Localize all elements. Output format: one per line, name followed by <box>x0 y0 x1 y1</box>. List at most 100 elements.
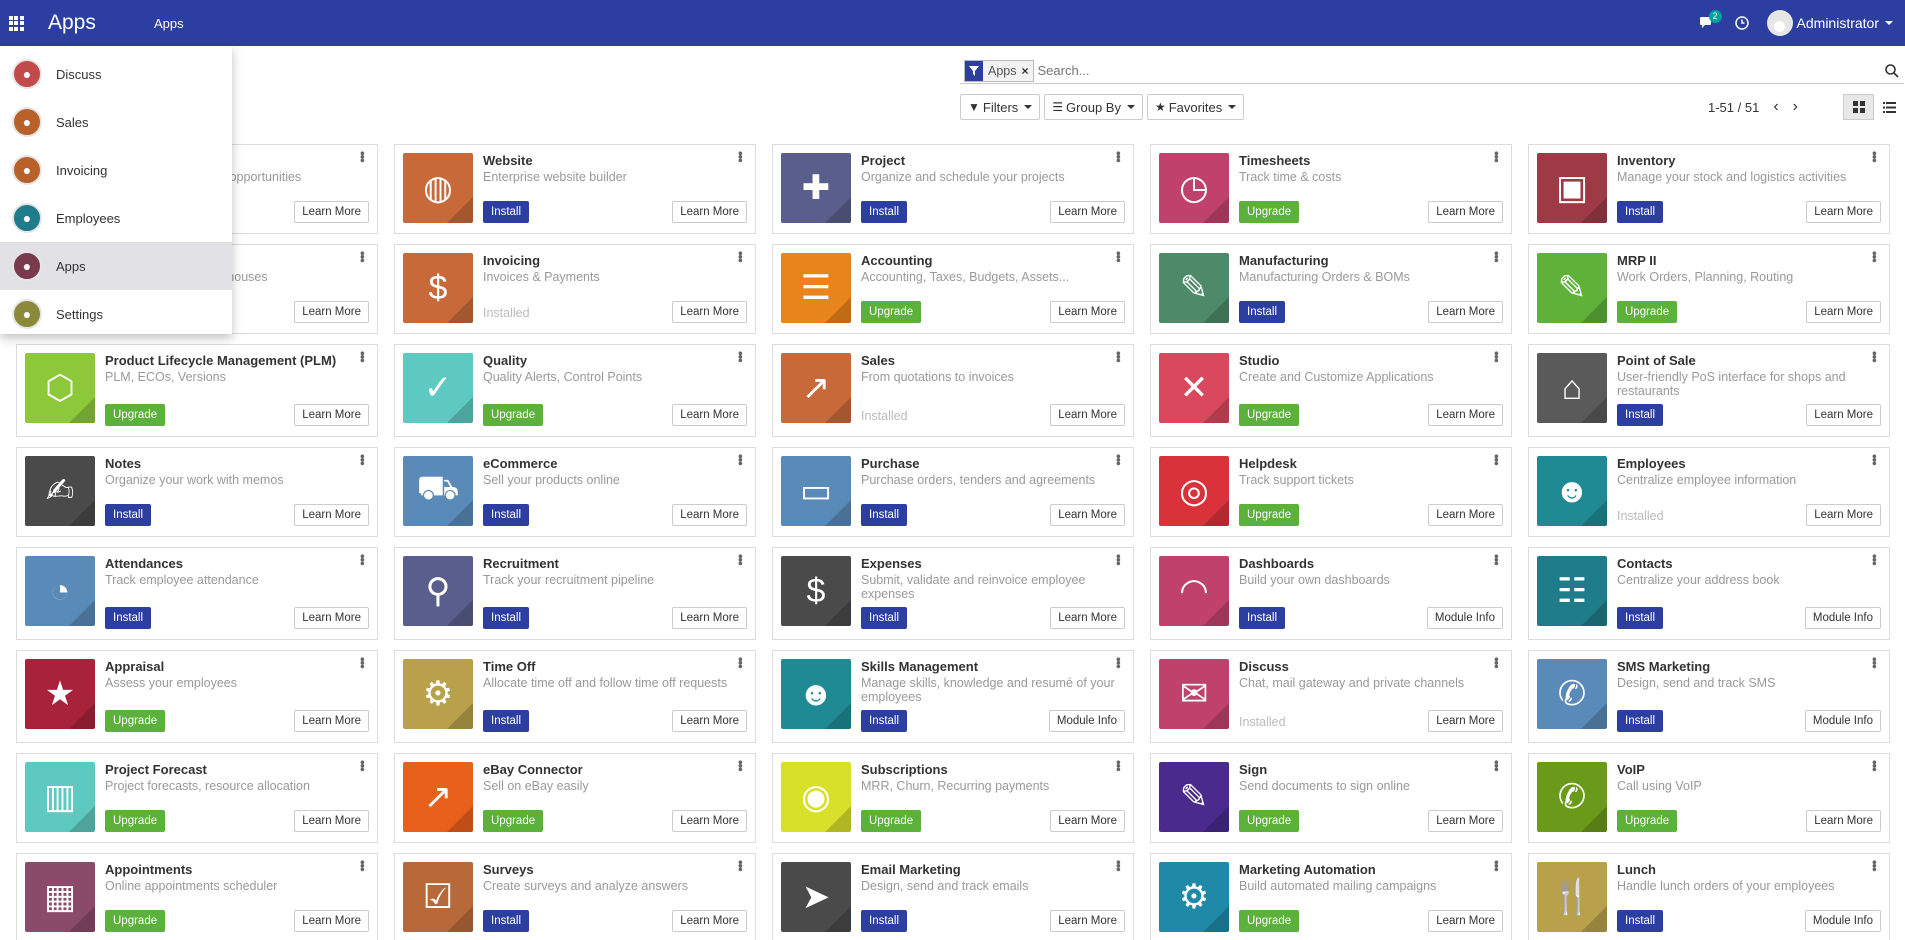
app-card[interactable]: ✉ Discuss Chat, mail gateway and private c… <box>1150 650 1512 743</box>
learn-more-button[interactable]: Module Info <box>1048 710 1125 732</box>
app-card[interactable]: ➤ Email Marketing Design, send and track e… <box>772 853 1134 940</box>
learn-more-button[interactable]: Learn More <box>672 201 747 223</box>
tools-icon[interactable]: ✕ <box>1159 353 1229 423</box>
learn-more-button[interactable]: Learn More <box>672 404 747 426</box>
dropdown-item-discuss[interactable]: ● Discuss <box>0 50 232 98</box>
learn-more-button[interactable]: Learn More <box>294 607 369 629</box>
more-options-icon[interactable]: ••• <box>1111 860 1126 871</box>
upgrade-button[interactable]: Upgrade <box>105 404 166 426</box>
learn-more-button[interactable]: Learn More <box>1050 201 1125 223</box>
learn-more-button[interactable]: Learn More <box>1428 710 1503 732</box>
app-card[interactable]: ◉ Subscriptions MRR, Churn, Recurring paym… <box>772 753 1134 843</box>
app-card[interactable]: ⬡ Product Lifecycle Management (PLM) PLM, … <box>16 344 378 437</box>
app-card[interactable]: ▦ Appointments Online appointments schedul… <box>16 853 378 940</box>
install-button[interactable]: Install <box>1239 301 1286 323</box>
app-card[interactable]: ◠ Dashboards Build your own dashboards ••• I… <box>1150 547 1512 640</box>
more-options-icon[interactable]: ••• <box>733 151 748 162</box>
more-options-icon[interactable]: ••• <box>1867 657 1882 668</box>
app-card[interactable]: ⛟ eCommerce Sell your products online ••• In… <box>394 447 756 537</box>
learn-more-button[interactable]: Learn More <box>1428 201 1503 223</box>
app-card[interactable]: ⚲ Recruitment Track your recruitment pipel… <box>394 547 756 640</box>
learn-more-button[interactable]: Learn More <box>672 810 747 832</box>
learn-more-button[interactable]: Learn More <box>1428 404 1503 426</box>
app-card[interactable]: ⌂ Point of Sale User-friendly PoS interfac… <box>1528 344 1890 437</box>
more-options-icon[interactable]: ••• <box>1111 657 1126 668</box>
app-card[interactable]: ★ Appraisal Assess your employees ••• Upgrad… <box>16 650 378 743</box>
more-options-icon[interactable]: ••• <box>1111 554 1126 565</box>
upgrade-button[interactable]: Upgrade <box>105 710 166 732</box>
more-options-icon[interactable]: ••• <box>355 657 370 668</box>
learn-more-button[interactable]: Learn More <box>294 404 369 426</box>
wrench-icon[interactable]: ✎ <box>1159 253 1229 323</box>
upgrade-button[interactable]: Upgrade <box>1617 810 1678 832</box>
invoice-icon[interactable]: $ <box>403 253 473 323</box>
install-button[interactable]: Install <box>861 710 908 732</box>
learn-more-button[interactable]: Learn More <box>1050 607 1125 629</box>
sms-icon[interactable]: ✆ <box>1537 659 1607 729</box>
more-options-icon[interactable]: ••• <box>355 251 370 262</box>
learn-more-button[interactable]: Learn More <box>1050 910 1125 932</box>
learn-more-button[interactable]: Learn More <box>294 710 369 732</box>
app-card[interactable]: ☷ Contacts Centralize your address book •••… <box>1528 547 1890 640</box>
learn-more-button[interactable]: Learn More <box>1806 201 1881 223</box>
people-icon[interactable]: ☻ <box>781 659 851 729</box>
learn-more-button[interactable]: Learn More <box>672 301 747 323</box>
lifebuoy-icon[interactable]: ◎ <box>1159 456 1229 526</box>
phone-icon[interactable]: ✆ <box>1537 762 1607 832</box>
learn-more-button[interactable]: Learn More <box>672 607 747 629</box>
app-card[interactable]: $ Expenses Submit, validate and reinvoice … <box>772 547 1134 640</box>
more-options-icon[interactable]: ••• <box>733 760 748 771</box>
magnifier-icon[interactable]: ⚲ <box>403 556 473 626</box>
learn-more-button[interactable]: Module Info <box>1804 607 1881 629</box>
install-button[interactable]: Install <box>483 710 530 732</box>
install-button[interactable]: Install <box>483 504 530 526</box>
app-card[interactable]: ✍ Notes Organize your work with memos ••• In… <box>16 447 378 537</box>
chevron-left-icon[interactable]: ‹ <box>1773 98 1778 116</box>
more-options-icon[interactable]: ••• <box>355 454 370 465</box>
dropdown-item-apps[interactable]: ● Apps <box>0 242 232 290</box>
learn-more-button[interactable]: Learn More <box>294 810 369 832</box>
note-icon[interactable]: ✍ <box>25 456 95 526</box>
app-card[interactable]: ⚙ Marketing Automation Build automated mai… <box>1150 853 1512 940</box>
dropdown-item-invoicing[interactable]: ● Invoicing <box>0 146 232 194</box>
person-gear-icon[interactable]: ⚙ <box>403 659 473 729</box>
install-button[interactable]: Install <box>483 201 530 223</box>
app-card[interactable]: ✎ MRP II Work Orders, Planning, Routing •••… <box>1528 244 1890 334</box>
upgrade-button[interactable]: Upgrade <box>861 810 922 832</box>
clipboard-icon[interactable]: ✓ <box>403 353 473 423</box>
learn-more-button[interactable]: Learn More <box>294 910 369 932</box>
app-card[interactable]: ✆ VoIP Call using VoIP ••• Upgrade Learn More <box>1528 753 1890 843</box>
app-card[interactable]: ▣ Inventory Manage your stock and logistic… <box>1528 144 1890 234</box>
dropdown-item-settings[interactable]: ● Settings <box>0 290 232 338</box>
upgrade-button[interactable]: Upgrade <box>1239 404 1300 426</box>
install-button[interactable]: Install <box>105 504 152 526</box>
install-button[interactable]: Install <box>105 607 152 629</box>
people-icon[interactable]: ☻ <box>1537 456 1607 526</box>
paperplane-icon[interactable]: ➤ <box>781 862 851 932</box>
puzzle-icon[interactable]: ✚ <box>781 153 851 223</box>
install-button[interactable]: Install <box>483 607 530 629</box>
gear-mail-icon[interactable]: ⚙ <box>1159 862 1229 932</box>
learn-more-button[interactable]: Learn More <box>294 301 369 323</box>
learn-more-button[interactable]: Module Info <box>1426 607 1503 629</box>
learn-more-button[interactable]: Learn More <box>1428 504 1503 526</box>
upgrade-button[interactable]: Upgrade <box>1239 810 1300 832</box>
learn-more-button[interactable]: Learn More <box>294 201 369 223</box>
more-options-icon[interactable]: ••• <box>1489 860 1504 871</box>
sign-icon[interactable]: ✎ <box>1159 762 1229 832</box>
groupby-button[interactable]: ☰ Group By <box>1044 94 1143 120</box>
more-options-icon[interactable]: ••• <box>1489 657 1504 668</box>
more-options-icon[interactable]: ••• <box>1111 351 1126 362</box>
more-options-icon[interactable]: ••• <box>1867 454 1882 465</box>
learn-more-button[interactable]: Learn More <box>1806 404 1881 426</box>
upgrade-button[interactable]: Upgrade <box>483 404 544 426</box>
install-button[interactable]: Install <box>1617 910 1664 932</box>
learn-more-button[interactable]: Learn More <box>1050 504 1125 526</box>
more-options-icon[interactable]: ••• <box>1867 351 1882 362</box>
clock-icon[interactable] <box>1734 16 1749 30</box>
learn-more-button[interactable]: Learn More <box>1806 301 1881 323</box>
more-options-icon[interactable]: ••• <box>355 351 370 362</box>
app-card[interactable]: ☻ Employees Centralize employee informatio… <box>1528 447 1890 537</box>
upgrade-button[interactable]: Upgrade <box>1239 201 1300 223</box>
learn-more-button[interactable]: Module Info <box>1804 910 1881 932</box>
